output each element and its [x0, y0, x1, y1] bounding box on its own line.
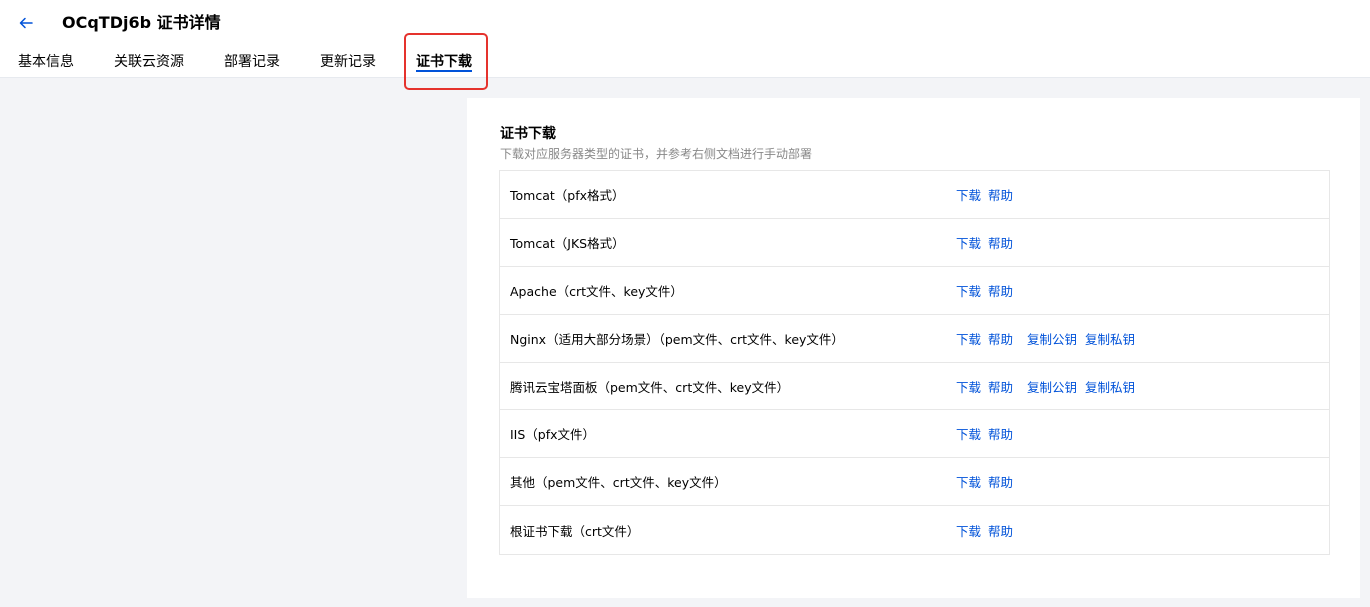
- server-type-label: Tomcat（pfx格式）: [510, 187, 625, 203]
- help-link[interactable]: 帮助: [988, 185, 1013, 204]
- table-row: Tomcat（JKS格式） 下载 帮助: [500, 219, 1329, 267]
- download-table: Tomcat（pfx格式） 下载 帮助 Tomcat（JKS格式） 下载 帮助 …: [499, 170, 1330, 556]
- help-link[interactable]: 帮助: [988, 424, 1013, 443]
- tab-label: 证书下载: [416, 54, 472, 70]
- section-title: 证书下载: [500, 126, 556, 142]
- tab-label: 基本信息: [18, 54, 74, 70]
- download-link[interactable]: 下载: [956, 377, 981, 396]
- server-type-label: IIS（pfx文件）: [510, 427, 596, 443]
- row-actions: 下载 帮助: [956, 458, 1020, 505]
- back-button[interactable]: [14, 11, 38, 35]
- tab-cert-download[interactable]: 证书下载: [416, 44, 472, 78]
- server-type-label: Nginx（适用大部分场景）（pem文件、crt文件、key文件）: [510, 331, 844, 347]
- download-panel: 证书下载 下载对应服务器类型的证书，并参考右侧文档进行手动部署 Tomcat（p…: [467, 98, 1360, 598]
- download-link[interactable]: 下载: [956, 329, 981, 348]
- page-title: OCqTDj6b 证书详情: [62, 13, 221, 32]
- server-type-label: 腾讯云宝塔面板（pem文件、crt文件、key文件）: [510, 379, 790, 395]
- table-row: 根证书下载（crt文件） 下载 帮助: [500, 506, 1329, 554]
- help-link[interactable]: 帮助: [988, 329, 1013, 348]
- help-link[interactable]: 帮助: [988, 521, 1013, 540]
- server-type-label: Apache（crt文件、key文件）: [510, 283, 683, 299]
- download-link[interactable]: 下载: [956, 233, 981, 252]
- help-link[interactable]: 帮助: [988, 472, 1013, 491]
- help-link[interactable]: 帮助: [988, 233, 1013, 252]
- row-actions: 下载 帮助 复制公钥 复制私钥: [956, 315, 1142, 362]
- help-link[interactable]: 帮助: [988, 377, 1013, 396]
- server-type-label: 根证书下载（crt文件）: [510, 523, 640, 539]
- copy-private-key-link[interactable]: 复制私钥: [1085, 329, 1135, 348]
- copy-public-key-link[interactable]: 复制公钥: [1027, 329, 1077, 348]
- download-link[interactable]: 下载: [956, 281, 981, 300]
- table-row: Nginx（适用大部分场景）（pem文件、crt文件、key文件） 下载 帮助 …: [500, 315, 1329, 363]
- table-row: 腾讯云宝塔面板（pem文件、crt文件、key文件） 下载 帮助 复制公钥 复制…: [500, 363, 1329, 411]
- server-type-label: 其他（pem文件、crt文件、key文件）: [510, 475, 727, 491]
- tab-label: 关联云资源: [114, 54, 184, 70]
- table-row: Apache（crt文件、key文件） 下载 帮助: [500, 267, 1329, 315]
- row-actions: 下载 帮助: [956, 506, 1020, 554]
- active-tab-indicator: [416, 70, 472, 72]
- table-row: 其他（pem文件、crt文件、key文件） 下载 帮助: [500, 458, 1329, 507]
- download-link[interactable]: 下载: [956, 472, 981, 491]
- page-header: OCqTDj6b 证书详情 基本信息 关联云资源 部署记录 更新记录 证书下载: [0, 0, 1370, 78]
- tab-label: 更新记录: [320, 54, 376, 70]
- tab-associated-resources[interactable]: 关联云资源: [114, 44, 184, 78]
- row-actions: 下载 帮助: [956, 171, 1020, 218]
- arrow-left-icon: [19, 17, 33, 29]
- tab-update-records[interactable]: 更新记录: [320, 44, 376, 78]
- copy-public-key-link[interactable]: 复制公钥: [1027, 377, 1077, 396]
- download-link[interactable]: 下载: [956, 185, 981, 204]
- server-type-label: Tomcat（JKS格式）: [510, 235, 625, 251]
- row-actions: 下载 帮助: [956, 410, 1020, 457]
- table-row: Tomcat（pfx格式） 下载 帮助: [500, 171, 1329, 219]
- tab-basic-info[interactable]: 基本信息: [18, 44, 74, 78]
- download-link[interactable]: 下载: [956, 521, 981, 540]
- copy-private-key-link[interactable]: 复制私钥: [1085, 377, 1135, 396]
- row-actions: 下载 帮助 复制公钥 复制私钥: [956, 363, 1142, 410]
- download-link[interactable]: 下载: [956, 424, 981, 443]
- section-description: 下载对应服务器类型的证书，并参考右侧文档进行手动部署: [500, 147, 813, 161]
- tab-label: 部署记录: [224, 54, 280, 70]
- tab-deploy-records[interactable]: 部署记录: [224, 44, 280, 78]
- row-actions: 下载 帮助: [956, 219, 1020, 266]
- table-row: IIS（pfx文件） 下载 帮助: [500, 410, 1329, 459]
- row-actions: 下载 帮助: [956, 267, 1020, 314]
- help-link[interactable]: 帮助: [988, 281, 1013, 300]
